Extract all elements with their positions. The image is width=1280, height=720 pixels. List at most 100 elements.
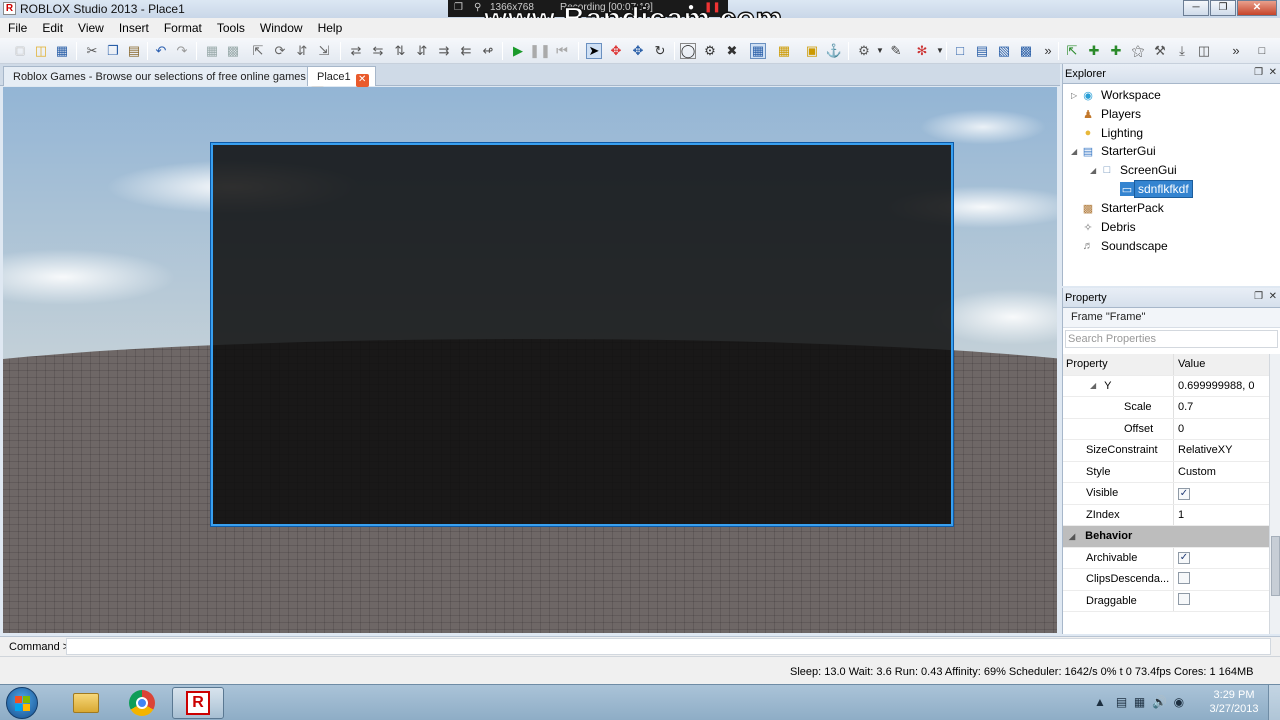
redo-icon[interactable]: ↷	[174, 43, 190, 59]
menu-view[interactable]: View	[70, 21, 111, 35]
menu-edit[interactable]: Edit	[34, 21, 70, 35]
property-row-archivable[interactable]: Archivable ✓	[1063, 547, 1269, 569]
start-button[interactable]	[6, 687, 38, 719]
tree-item-workspace[interactable]: ▷ ◉ Workspace	[1071, 86, 1161, 104]
overflow-icon[interactable]: »	[1228, 43, 1244, 59]
archivable-checkbox[interactable]: ✓	[1178, 552, 1190, 565]
menu-window[interactable]: Window	[252, 21, 310, 35]
resize-tool-icon[interactable]: ✥	[630, 43, 646, 59]
copy-icon[interactable]: ❐	[105, 43, 121, 59]
play-icon[interactable]: ▶	[510, 43, 526, 59]
select-cursor-icon[interactable]: ➤	[586, 43, 602, 59]
glue-icon[interactable]: ▦	[750, 43, 766, 59]
toolbar-toggle-icon[interactable]: □	[1254, 43, 1270, 59]
scrollbar-thumb[interactable]	[1271, 536, 1280, 596]
close-icon[interactable]: ✕	[355, 74, 369, 87]
surface-icon[interactable]: ▦	[776, 43, 792, 59]
property-row-zindex[interactable]: ZIndex 1	[1063, 504, 1269, 526]
3d-viewport[interactable]	[3, 87, 1057, 633]
drag-right-icon[interactable]: ⇆	[370, 43, 386, 59]
taskbar-app-explorer[interactable]	[60, 687, 112, 719]
insert-object-icon[interactable]: ✚	[1108, 43, 1124, 59]
drag-up-icon[interactable]: ⇅	[392, 43, 408, 59]
collision-icon[interactable]: ◯	[680, 43, 696, 59]
reset-icon[interactable]: ⏮	[554, 43, 570, 59]
panel-controls[interactable]: ❐ ✕	[1254, 291, 1277, 302]
taskbar-clock[interactable]: 3:29 PM 3/27/2013	[1206, 688, 1262, 716]
view-1-icon[interactable]: □	[952, 43, 968, 59]
tab-roblox-games[interactable]: Roblox Games - Browse our selections of …	[3, 66, 331, 87]
property-row-style[interactable]: Style Custom	[1063, 461, 1269, 483]
drag-left-icon[interactable]: ⇄	[348, 43, 364, 59]
draggable-checkbox[interactable]	[1178, 593, 1190, 606]
dropper-icon[interactable]: ✎	[888, 43, 904, 59]
zoom-tool-icon[interactable]: ⚒	[1152, 43, 1168, 59]
panel-controls[interactable]: ❐ ✕	[1254, 67, 1277, 78]
unweld-icon[interactable]: ✖	[724, 43, 740, 59]
group-icon[interactable]: ▦	[204, 43, 220, 59]
tray-globe-icon[interactable]: ◉	[1174, 695, 1184, 709]
anchor-icon[interactable]: ⚓	[826, 43, 842, 59]
drag-turn-icon[interactable]: ↫	[480, 43, 496, 59]
ungroup-icon[interactable]: ▩	[225, 43, 241, 59]
overflow-icon[interactable]: »	[1040, 43, 1056, 59]
chevron-down-icon[interactable]: ◢	[1090, 381, 1096, 390]
chevron-down-icon[interactable]: ◢	[1090, 166, 1100, 175]
chevron-down-icon[interactable]: ▼	[872, 43, 888, 59]
view-3-icon[interactable]: ▧	[996, 43, 1012, 59]
property-row-visible[interactable]: Visible ✓	[1063, 483, 1269, 505]
menu-format[interactable]: Format	[156, 21, 209, 35]
clipsdescendants-checkbox[interactable]	[1178, 571, 1190, 584]
restore-icon[interactable]: ❐	[1210, 0, 1236, 16]
view-2-icon[interactable]: ▤	[974, 43, 990, 59]
pause-icon[interactable]: ❚❚	[529, 43, 551, 59]
cut-icon[interactable]: ✂	[84, 43, 100, 59]
search-properties-input[interactable]: Search Properties	[1065, 330, 1278, 348]
open-folder-icon[interactable]: ◫	[33, 43, 49, 59]
tree-item-screengui[interactable]: ◢ □ ScreenGui	[1090, 161, 1177, 179]
property-row-y[interactable]: ◢ Y 0.699999988, 0	[1063, 375, 1269, 397]
property-row-offset[interactable]: Offset 0	[1063, 418, 1269, 440]
download-icon[interactable]: ⤓	[1174, 43, 1190, 59]
taskbar-app-roblox-studio[interactable]: R	[172, 687, 224, 719]
taskbar-app-chrome[interactable]	[116, 687, 168, 719]
paste-icon[interactable]: ▤	[126, 43, 142, 59]
tilt-icon[interactable]: ⇵	[294, 43, 310, 59]
property-row-scale[interactable]: Scale 0.7	[1063, 397, 1269, 419]
properties-scrollbar[interactable]	[1269, 354, 1280, 634]
property-row-draggable[interactable]: Draggable	[1063, 590, 1269, 612]
insert-part-icon[interactable]: ⇱	[1064, 43, 1080, 59]
minimize-icon[interactable]: ─	[1183, 0, 1209, 16]
new-file-icon[interactable]: □	[12, 43, 28, 59]
drag-forward-icon[interactable]: ⇉	[436, 43, 452, 59]
save-icon[interactable]: ▦	[54, 43, 70, 59]
property-category-behavior[interactable]: ◢ Behavior	[1063, 526, 1269, 548]
show-desktop-button[interactable]	[1268, 685, 1280, 720]
tree-item-lighting[interactable]: ● Lighting	[1081, 124, 1143, 142]
undo-icon[interactable]: ↶	[153, 43, 169, 59]
material-icon[interactable]: ✻	[914, 43, 930, 59]
tree-item-frame[interactable]: ▭ sdnflkfkdf	[1120, 180, 1193, 198]
tray-expand-icon[interactable]: ▲	[1094, 695, 1106, 709]
rotate-tool-icon[interactable]: ↻	[652, 43, 668, 59]
property-row-clipsdescendants[interactable]: ClipsDescenda...	[1063, 569, 1269, 591]
tree-item-starterpack[interactable]: ▩ StarterPack	[1081, 199, 1164, 217]
move-up-icon[interactable]: ⇱	[250, 43, 266, 59]
network-icon[interactable]: ▦	[1134, 695, 1145, 709]
weld-icon[interactable]: ⚙	[702, 43, 718, 59]
publish-icon[interactable]: ◫	[1196, 43, 1212, 59]
command-input[interactable]	[66, 638, 1271, 655]
chevron-down-icon[interactable]: ◢	[1071, 147, 1081, 156]
menu-help[interactable]: Help	[310, 21, 350, 35]
terrain-icon[interactable]: ⚝	[1130, 43, 1146, 59]
move-tool-icon[interactable]: ✥	[608, 43, 624, 59]
drag-down-icon[interactable]: ⇵	[414, 43, 430, 59]
menu-insert[interactable]: Insert	[111, 21, 156, 35]
property-row-sizeconstraint[interactable]: SizeConstraint RelativeXY	[1063, 440, 1269, 462]
volume-icon[interactable]: 🔊	[1152, 695, 1167, 709]
tab-place1[interactable]: Place1 ✕	[307, 66, 376, 87]
paint-bucket-icon[interactable]: ⚙	[856, 43, 872, 59]
menu-tools[interactable]: Tools	[209, 21, 252, 35]
tree-item-debris[interactable]: ✧ Debris	[1081, 218, 1135, 236]
chevron-right-icon[interactable]: ▷	[1071, 91, 1081, 100]
